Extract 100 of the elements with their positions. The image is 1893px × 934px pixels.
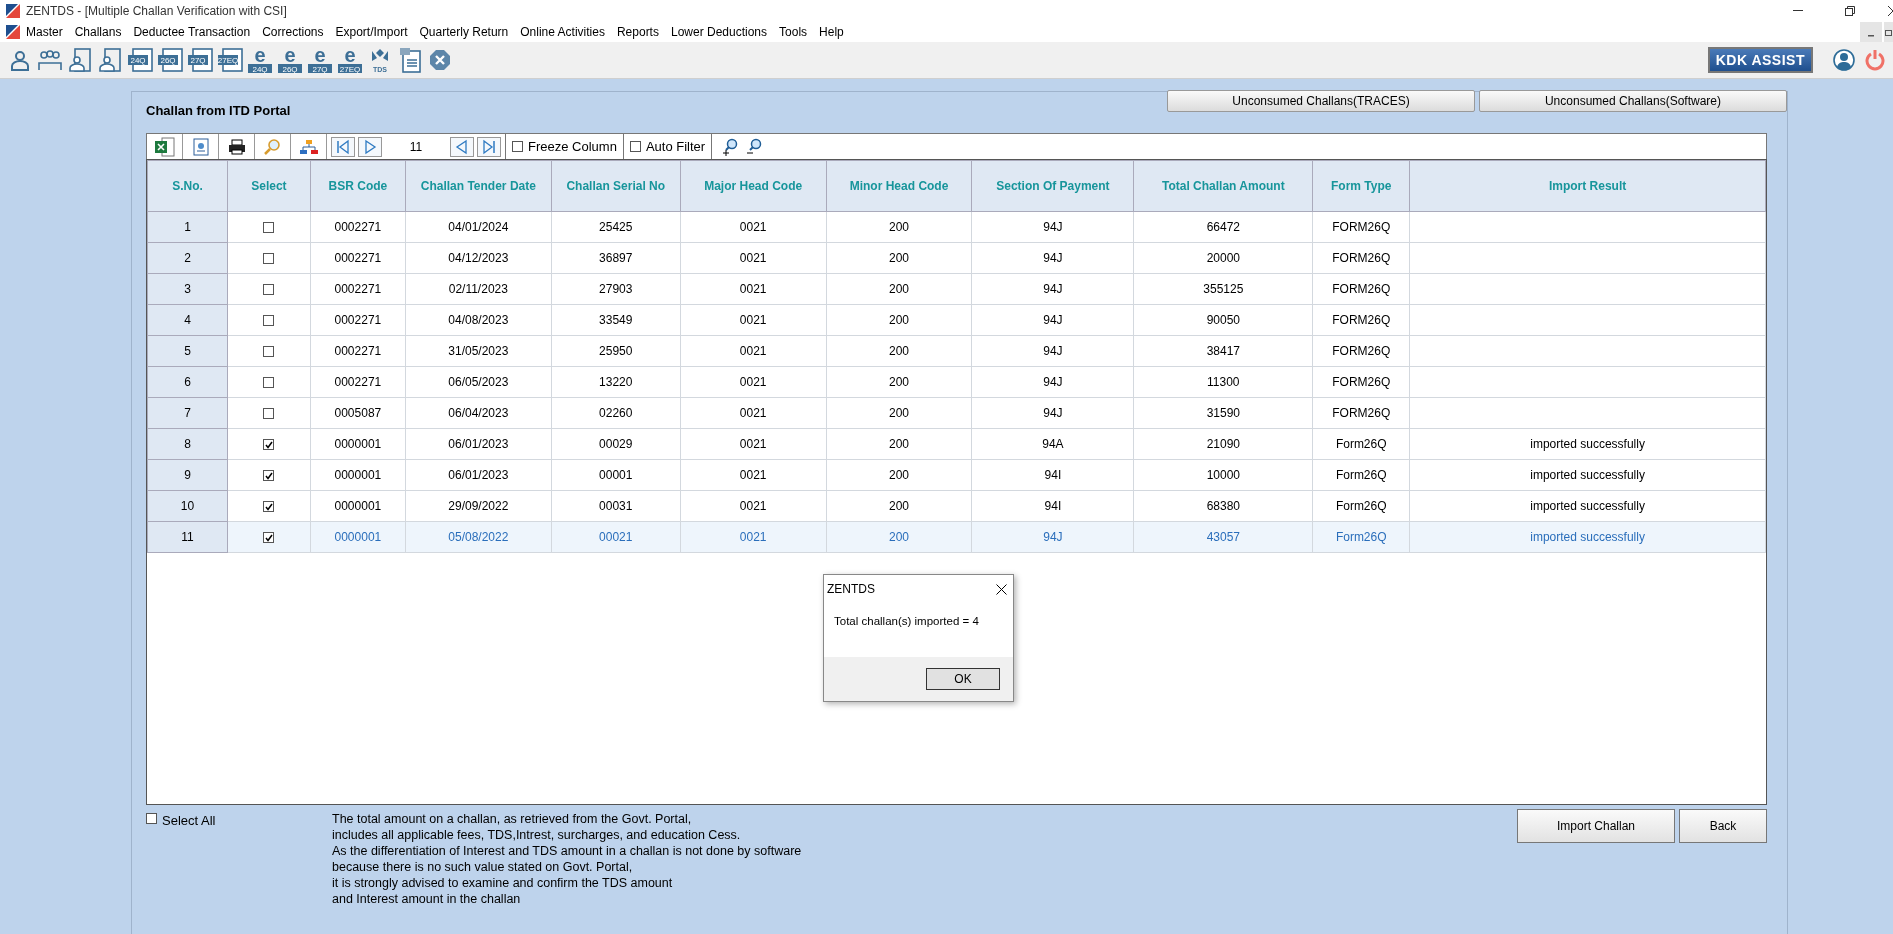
menu-item[interactable]: Corrections (256, 25, 330, 39)
restore-icon[interactable] (1845, 6, 1855, 16)
first-record-icon[interactable] (331, 136, 355, 157)
table-cell: 200 (826, 304, 972, 336)
select-checkbox[interactable] (263, 346, 275, 358)
table-cell: 43057 (1133, 521, 1313, 553)
row-number-cell: 5 (147, 335, 228, 367)
next-record-icon[interactable] (358, 136, 382, 157)
column-header[interactable]: Select (227, 160, 311, 212)
group-icon[interactable] (38, 49, 62, 71)
menu-item[interactable]: Help (813, 25, 850, 39)
column-header[interactable]: Total Challan Amount (1133, 160, 1313, 212)
select-checkbox[interactable] (263, 222, 275, 234)
table-cell: 0000001 (310, 490, 406, 522)
select-checkbox[interactable] (263, 315, 275, 327)
select-checkbox[interactable] (263, 501, 275, 513)
table-cell: 38417 (1133, 335, 1313, 367)
excel-icon[interactable] (153, 136, 176, 157)
table-cell: 68380 (1133, 490, 1313, 522)
column-header[interactable]: Challan Serial No (551, 160, 681, 212)
table-cell: 0002271 (310, 335, 406, 367)
table-cell: 94J (972, 304, 1134, 336)
auto-filter-checkbox[interactable] (629, 141, 641, 152)
table-cell: 200 (826, 242, 972, 274)
ok-button[interactable]: OK (926, 668, 1000, 690)
freeze-column-checkbox[interactable] (512, 141, 523, 152)
document-person-icon[interactable] (69, 48, 91, 72)
row-number-cell: 2 (147, 242, 228, 274)
menu-item[interactable]: Tools (773, 25, 814, 39)
table-cell: 94J (972, 397, 1134, 429)
table-cell: 29/09/2022 (405, 490, 552, 522)
select-checkbox[interactable] (263, 439, 275, 451)
assist-button[interactable]: KDK ASSIST (1707, 47, 1813, 73)
previous-record-icon[interactable] (450, 136, 474, 157)
menu-item[interactable]: Lower Deductions (664, 25, 774, 39)
table-cell: 200 (826, 490, 972, 522)
menu-item[interactable]: Export/Import (329, 25, 414, 39)
row-number-cell: 7 (147, 397, 228, 429)
unconsumed-challans-button[interactable]: Unconsumed Challans(Software) (1479, 90, 1787, 112)
table-cell: 06/04/2023 (405, 397, 552, 429)
column-header[interactable]: BSR Code (310, 160, 406, 212)
table-cell: 04/08/2023 (405, 304, 552, 336)
column-header[interactable]: Section Of Payment (972, 160, 1134, 212)
power-icon[interactable] (1865, 49, 1885, 71)
column-header[interactable]: Challan Tender Date (405, 160, 552, 212)
minimize-icon[interactable] (1793, 10, 1803, 12)
select-checkbox[interactable] (263, 377, 275, 389)
close-icon[interactable] (996, 583, 1007, 595)
table-cell: 355125 (1133, 273, 1313, 305)
select-all-checkbox[interactable] (146, 813, 157, 824)
table-cell: 94J (972, 273, 1134, 305)
hierarchy-icon[interactable] (298, 138, 319, 155)
menu-item[interactable]: Reports (610, 25, 665, 39)
column-header[interactable]: S.No. (147, 160, 228, 212)
table-cell: imported successfully (1409, 459, 1766, 491)
table-cell: 04/12/2023 (405, 242, 552, 274)
back-button[interactable]: Back (1679, 809, 1767, 843)
close-icon[interactable] (1888, 6, 1893, 16)
user-avatar-icon[interactable] (1833, 49, 1855, 71)
table-cell: 20000 (1133, 242, 1313, 274)
table-cell: Form26Q (1312, 459, 1410, 491)
dialog-title: ZENTDS (827, 582, 875, 596)
column-header[interactable]: Form Type (1312, 160, 1410, 212)
select-checkbox[interactable] (263, 284, 275, 296)
menu-item[interactable]: Challans (68, 25, 128, 39)
table-cell: FORM26Q (1312, 397, 1410, 429)
column-header[interactable]: Import Result (1409, 160, 1766, 212)
select-checkbox[interactable] (263, 532, 275, 544)
table-cell: Form26Q (1312, 490, 1410, 522)
app-logo-icon (6, 25, 20, 39)
table-cell: FORM26Q (1312, 242, 1410, 274)
table-cell: 11300 (1133, 366, 1313, 398)
pdf-document-icon[interactable] (399, 47, 421, 73)
table-cell: 0021 (680, 304, 827, 336)
select-checkbox[interactable] (263, 408, 275, 420)
document-person-icon[interactable] (99, 48, 121, 72)
menu-item[interactable]: Deductee Transaction (127, 25, 257, 39)
column-header[interactable]: Major Head Code (680, 160, 827, 212)
import-button[interactable]: Import Challan (1517, 809, 1675, 843)
menu-item[interactable]: Online Activities (514, 25, 611, 39)
menu-item[interactable]: Quarterly Return (413, 25, 515, 39)
unconsumed-challans-button[interactable]: Unconsumed Challans(TRACES) (1167, 90, 1475, 112)
menu-item[interactable]: Master (20, 25, 69, 39)
table-cell: 33549 (551, 304, 681, 336)
table-cell: 0002271 (310, 273, 406, 305)
table-cell: 25425 (551, 211, 681, 243)
row-number-cell: 10 (147, 490, 228, 522)
table-cell: 0000001 (310, 459, 406, 491)
table-cell: 200 (826, 428, 972, 460)
table-cell: 66472 (1133, 211, 1313, 243)
select-checkbox[interactable] (263, 253, 275, 265)
table-cell: 0000001 (310, 428, 406, 460)
person-icon[interactable] (10, 49, 30, 71)
document-icon[interactable] (192, 137, 209, 156)
last-record-icon[interactable] (477, 136, 501, 157)
select-checkbox[interactable] (263, 470, 275, 482)
table-cell: imported successfully (1409, 490, 1766, 522)
printer-icon[interactable] (227, 138, 246, 155)
restore-icon[interactable] (1884, 22, 1893, 42)
column-header[interactable]: Minor Head Code (826, 160, 972, 212)
